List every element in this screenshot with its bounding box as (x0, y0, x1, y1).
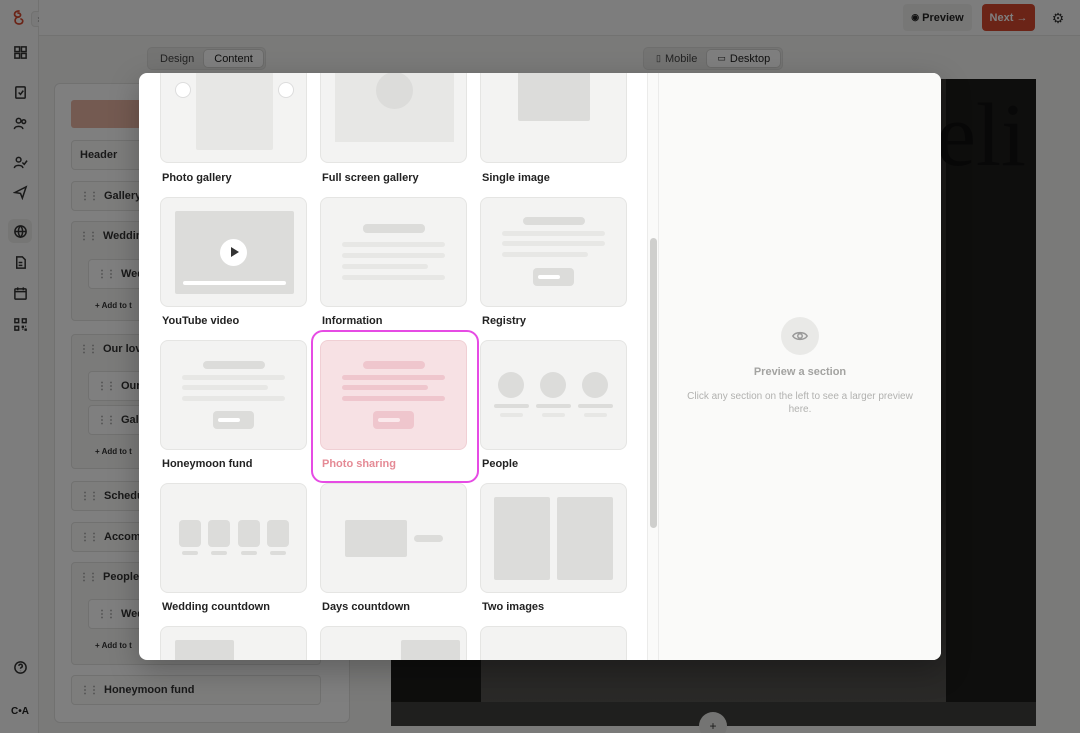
preview-pane-description: Click any section on the left to see a l… (687, 391, 913, 415)
section-card-label: Days countdown (322, 601, 411, 613)
section-thumbnail (160, 626, 307, 660)
section-thumbnail (160, 340, 307, 450)
section-card-label: Two images (482, 601, 545, 613)
section-thumbnail (480, 483, 627, 593)
section-card-label: Full screen gallery (322, 172, 419, 184)
section-card-label: Photo sharing (322, 458, 396, 470)
section-thumbnail (480, 626, 627, 660)
section-card-label: Single image (482, 172, 550, 184)
section-thumbnail (160, 197, 307, 307)
section-type-list: Photo gallery Full screen gallery Single… (139, 73, 647, 660)
section-thumbnail (480, 73, 627, 163)
section-thumbnail (160, 73, 307, 163)
section-thumbnail (160, 483, 307, 593)
section-card-label: Wedding countdown (162, 601, 270, 613)
section-thumbnail (480, 197, 627, 307)
preview-pane-title: Preview a section (753, 366, 847, 378)
section-card-label: Honeymoon fund (162, 458, 253, 470)
section-card-label: YouTube video (162, 315, 240, 327)
section-thumbnail (320, 626, 467, 660)
section-thumbnail (320, 197, 467, 307)
section-card-label: Photo gallery (162, 172, 232, 184)
section-card-label: Information (322, 315, 383, 327)
section-thumbnail (320, 73, 467, 163)
section-thumbnail (320, 483, 467, 593)
eye-icon (781, 317, 819, 355)
section-thumbnail (320, 340, 467, 450)
section-card-label: Registry (482, 315, 527, 327)
modal-scrollbar[interactable] (650, 238, 657, 528)
add-section-modal: Photo gallery Full screen gallery Single… (139, 73, 941, 660)
section-thumbnail (480, 340, 627, 450)
section-preview-pane: Preview a section Click any section on t… (659, 73, 941, 660)
section-card-label: People (482, 458, 519, 470)
